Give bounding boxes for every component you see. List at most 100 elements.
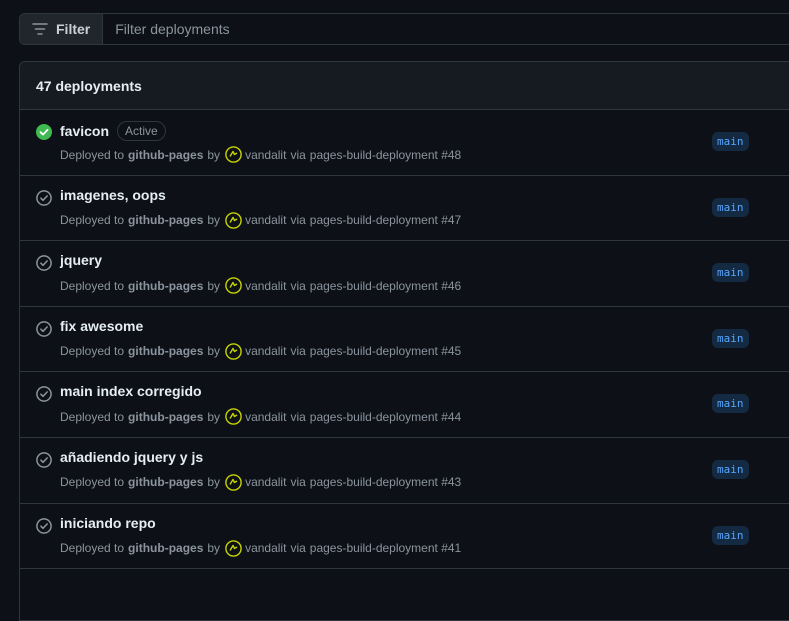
user-link[interactable]: vandalit: [245, 148, 286, 162]
via-label: via: [290, 475, 306, 490]
by-label: by: [207, 344, 221, 359]
check-circle-icon: [36, 386, 52, 403]
deployment-title[interactable]: añadiendo jquery y js: [60, 449, 203, 465]
branch-label[interactable]: main: [712, 328, 749, 348]
environment-link[interactable]: github-pages: [128, 148, 203, 162]
deployment-meta: Deployed to github-pages by vandalit via…: [60, 277, 461, 294]
deployment-row: favicon Active Deployed to github-pages …: [20, 110, 789, 176]
check-circle-icon: [36, 452, 52, 468]
environment-link[interactable]: github-pages: [128, 279, 203, 293]
avatar[interactable]: [225, 474, 242, 491]
workflow-run-link[interactable]: pages-build-deployment #46: [310, 279, 461, 293]
environment-link[interactable]: github-pages: [128, 410, 203, 424]
user-link[interactable]: vandalit: [245, 541, 286, 555]
deployment-title-line: main index corregido: [60, 383, 202, 399]
deployed-to-label: Deployed to: [60, 344, 125, 359]
branch-label[interactable]: main: [712, 459, 749, 479]
check-circle-icon: [36, 189, 52, 206]
deployed-to-label: Deployed to: [60, 541, 125, 556]
deployment-meta: Deployed to github-pages by vandalit via…: [60, 408, 461, 426]
via-label: via: [290, 278, 306, 293]
deployment-title[interactable]: imagenes, oops: [60, 187, 166, 203]
branch-label[interactable]: main: [712, 394, 749, 414]
user-link[interactable]: vandalit: [245, 344, 286, 358]
avatar[interactable]: [225, 342, 242, 360]
by-label: by: [207, 278, 221, 293]
deployment-row: main index corregido Deployed to github-…: [20, 372, 789, 438]
workflow-run-link[interactable]: pages-build-deployment #47: [310, 213, 461, 227]
deployment-row: fix awesome Deployed to github-pages by …: [20, 307, 789, 373]
deployment-row: añadiendo jquery y js Deployed to github…: [20, 438, 789, 504]
user-link[interactable]: vandalit: [245, 475, 286, 489]
deployment-title-line: añadiendo jquery y js: [60, 449, 203, 465]
workflow-run-link[interactable]: pages-build-deployment #45: [310, 344, 461, 358]
check-circle-icon: [36, 255, 52, 272]
deployment-title[interactable]: jquery: [60, 252, 102, 268]
deployments-rows: favicon Active Deployed to github-pages …: [20, 110, 789, 570]
deployment-meta: Deployed to github-pages by vandalit via…: [60, 539, 461, 557]
active-badge: Active: [117, 121, 166, 141]
deployment-title-line: fix awesome: [60, 318, 143, 334]
check-circle-fill-icon: [36, 124, 52, 140]
avatar[interactable]: [225, 211, 242, 229]
branch-label[interactable]: main: [712, 263, 749, 283]
deployed-to-label: Deployed to: [60, 409, 125, 424]
workflow-run-link[interactable]: pages-build-deployment #44: [310, 410, 461, 424]
avatar[interactable]: [225, 539, 242, 557]
user-link[interactable]: vandalit: [245, 213, 286, 227]
deployments-list: 47 deployments favicon Active Deployed t…: [19, 61, 789, 621]
avatar[interactable]: [225, 408, 242, 426]
filter-button[interactable]: Filter: [20, 14, 104, 44]
avatar[interactable]: [225, 146, 242, 163]
via-label: via: [290, 409, 306, 424]
environment-link[interactable]: github-pages: [128, 541, 203, 555]
deployment-row: iniciando repo Deployed to github-pages …: [20, 504, 789, 570]
deployed-to-label: Deployed to: [60, 475, 125, 490]
deployment-meta: Deployed to github-pages by vandalit via…: [60, 474, 461, 491]
workflow-run-link[interactable]: pages-build-deployment #43: [310, 475, 461, 489]
deployment-row: jquery Deployed to github-pages by vanda…: [20, 241, 789, 307]
branch-label[interactable]: main: [712, 132, 749, 151]
deployment-title-line: jquery: [60, 252, 102, 268]
user-link[interactable]: vandalit: [245, 410, 286, 424]
via-label: via: [290, 344, 306, 359]
via-label: via: [290, 213, 306, 228]
deployment-title[interactable]: iniciando repo: [60, 515, 156, 531]
by-label: by: [207, 213, 221, 228]
by-label: by: [207, 475, 221, 490]
check-circle-icon: [36, 517, 52, 534]
workflow-run-link[interactable]: pages-build-deployment #48: [310, 148, 461, 162]
branch-label[interactable]: main: [712, 525, 749, 545]
filter-bar: Filter: [19, 13, 789, 45]
workflow-run-link[interactable]: pages-build-deployment #41: [310, 541, 461, 555]
deployment-title[interactable]: fix awesome: [60, 318, 143, 334]
filter-button-label: Filter: [56, 21, 91, 37]
environment-link[interactable]: github-pages: [128, 213, 203, 227]
filter-icon: [32, 21, 48, 37]
branch-label[interactable]: main: [712, 197, 749, 217]
via-label: via: [290, 541, 306, 556]
by-label: by: [207, 409, 221, 424]
deployed-to-label: Deployed to: [60, 147, 125, 162]
filter-deployments-input[interactable]: [103, 14, 789, 44]
by-label: by: [207, 147, 221, 162]
deployment-meta: Deployed to github-pages by vandalit via…: [60, 211, 461, 229]
deployment-title[interactable]: favicon: [60, 123, 109, 139]
deployment-row: imagenes, oops Deployed to github-pages …: [20, 176, 789, 242]
deployment-title-line: imagenes, oops: [60, 187, 166, 203]
environment-link[interactable]: github-pages: [128, 344, 203, 358]
deployment-meta: Deployed to github-pages by vandalit via…: [60, 342, 461, 360]
deployed-to-label: Deployed to: [60, 213, 125, 228]
by-label: by: [207, 541, 221, 556]
check-circle-icon: [36, 320, 52, 337]
deployment-title-line: iniciando repo: [60, 515, 156, 531]
deployment-meta: Deployed to github-pages by vandalit via…: [60, 146, 461, 163]
via-label: via: [290, 147, 306, 162]
avatar[interactable]: [225, 277, 242, 294]
environment-link[interactable]: github-pages: [128, 475, 203, 489]
user-link[interactable]: vandalit: [245, 279, 286, 293]
deployment-title-line: favicon Active: [60, 121, 166, 141]
deployed-to-label: Deployed to: [60, 278, 125, 293]
deployment-title[interactable]: main index corregido: [60, 383, 202, 399]
deployments-count: 47 deployments: [20, 62, 789, 110]
